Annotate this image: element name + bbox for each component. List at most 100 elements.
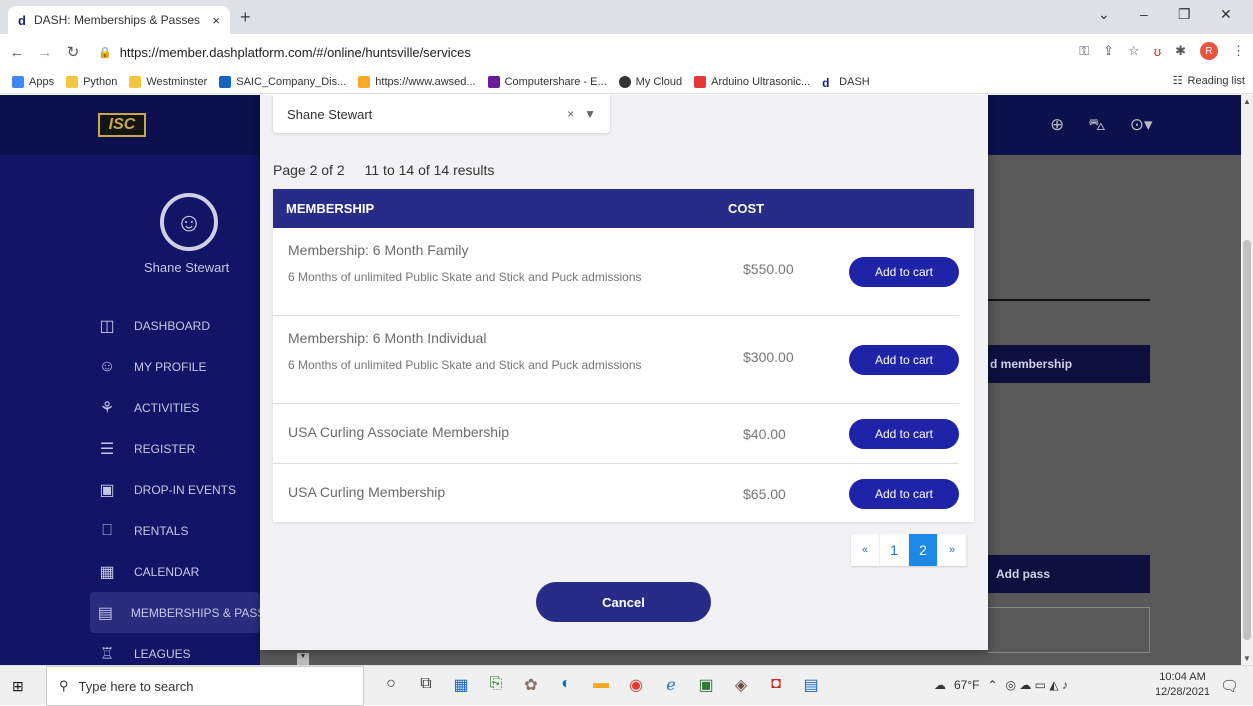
- puzzle-icon[interactable]: ✱: [1175, 43, 1186, 59]
- pagination-next[interactable]: »: [938, 534, 967, 566]
- sidebar-item-activities[interactable]: ⚘ ACTIVITIES: [90, 387, 260, 428]
- pagination-page-1[interactable]: 1: [880, 534, 909, 566]
- sidebar-item-dashboard[interactable]: ◫ DASHBOARD: [90, 305, 260, 346]
- globe-icon[interactable]: ⊕: [1050, 115, 1064, 137]
- sidebar-item-calendar[interactable]: ▦ CALENDAR: [90, 551, 260, 592]
- sidebar-item-register[interactable]: ☰ REGISTER: [90, 428, 260, 469]
- sidebar-item-label: RENTALS: [134, 523, 189, 538]
- search-icon: ⚲: [59, 678, 69, 693]
- sidebar-item-my-profile[interactable]: ☺ MY PROFILE: [90, 346, 260, 387]
- add-to-cart-button[interactable]: Add to cart: [849, 257, 959, 287]
- word-icon[interactable]: ▤: [802, 675, 820, 695]
- search-placeholder: Type here to search: [78, 678, 194, 694]
- globe-icon: [618, 75, 631, 88]
- dashboard-icon: ◫: [99, 317, 115, 335]
- profile-avatar[interactable]: R: [1200, 42, 1218, 60]
- chevron-up-icon[interactable]: ⌃: [987, 678, 997, 692]
- table-row: Membership: 6 Month Individual 6 Months …: [273, 316, 959, 404]
- app-icon[interactable]: ◈: [732, 675, 750, 695]
- membership-cost: $65.00: [743, 486, 786, 502]
- page-scrollbar[interactable]: ▲ ▼: [1241, 95, 1253, 665]
- reading-list-label: Reading list: [1187, 74, 1245, 87]
- tab-search-icon[interactable]: ⌄: [1098, 6, 1110, 23]
- star-icon[interactable]: ☆: [1128, 43, 1140, 59]
- sidebar-item-drop-in-events[interactable]: ▣ DROP-IN EVENTS: [90, 469, 260, 510]
- tab-close-icon[interactable]: ×: [212, 13, 220, 28]
- dash-favicon-icon: d: [18, 12, 26, 28]
- bookmark-dash[interactable]: d DASH: [822, 76, 870, 90]
- bookmark-mycloud[interactable]: My Cloud: [618, 75, 682, 88]
- network-app-icon[interactable]: ⎘: [487, 675, 505, 695]
- pagination-page-2[interactable]: 2: [909, 534, 938, 566]
- close-window-button[interactable]: ✕: [1220, 6, 1232, 23]
- bookmark-arduino[interactable]: Arduino Ultrasonic...: [694, 75, 811, 88]
- system-tray: ☁ 67°F ⌃ ◎ ☁ ▭ ◭ ♪: [934, 678, 1068, 692]
- weather-icon[interactable]: ☁: [934, 678, 946, 692]
- edge-icon[interactable]: ◐: [557, 675, 575, 695]
- sidebar-item-leagues[interactable]: ♖ LEAGUES: [90, 633, 260, 665]
- profile-icon: ☺: [98, 357, 116, 375]
- menu-dots-icon[interactable]: ⋮: [1232, 43, 1245, 59]
- add-to-cart-button[interactable]: Add to cart: [849, 345, 959, 375]
- cancel-button[interactable]: Cancel: [536, 582, 711, 622]
- isc-logo[interactable]: ISC: [98, 113, 146, 137]
- new-tab-button[interactable]: +: [240, 7, 251, 28]
- bookmark-westminster[interactable]: Westminster: [129, 75, 208, 88]
- pagination-prev[interactable]: «: [851, 534, 880, 566]
- reading-list-icon: ☷: [1172, 75, 1183, 87]
- browser-tab[interactable]: d DASH: Memberships & Passes ×: [8, 6, 230, 34]
- weather-temp[interactable]: 67°F: [954, 678, 979, 692]
- task-view-icon[interactable]: ⧉: [417, 675, 435, 695]
- trophy-icon: ♖: [99, 645, 115, 663]
- maximize-button[interactable]: ❐: [1178, 6, 1191, 23]
- bookmark-computershare[interactable]: Computershare - E...: [487, 75, 607, 88]
- membership-name: USA Curling Associate Membership: [288, 424, 509, 440]
- back-icon[interactable]: ←: [6, 44, 28, 61]
- forward-icon[interactable]: →: [34, 44, 56, 61]
- sidebar-scroll-down-icon[interactable]: ▼: [297, 653, 309, 665]
- sidebar-item-memberships[interactable]: ▤ MEMBERSHIPS & PASSES: [90, 592, 260, 633]
- bookmark-saic[interactable]: SAIC_Company_Dis...: [219, 75, 346, 88]
- scroll-up-icon[interactable]: ▲: [1243, 97, 1251, 106]
- cart-icon[interactable]: ⛍: [1088, 115, 1106, 137]
- account-icon[interactable]: ⊙▾: [1130, 115, 1153, 137]
- taskbar-search[interactable]: ⚲ Type here to search: [46, 666, 364, 706]
- bookmark-python[interactable]: Python: [66, 75, 117, 88]
- clock[interactable]: 10:04 AM 12/28/2021: [1155, 670, 1210, 700]
- sidebar-item-label: CALENDAR: [134, 564, 200, 579]
- bookmark-awsed[interactable]: https://www.awsed...: [358, 75, 476, 88]
- paint-icon[interactable]: ✿: [522, 675, 540, 695]
- add-membership-button[interactable]: d membership: [988, 345, 1150, 383]
- scroll-down-icon[interactable]: ▼: [1243, 654, 1251, 663]
- add-to-cart-button[interactable]: Add to cart: [849, 479, 959, 509]
- chrome-icon[interactable]: ◉: [627, 675, 645, 695]
- excel-icon[interactable]: ▣: [697, 675, 715, 695]
- clear-icon[interactable]: ×: [567, 107, 574, 121]
- extension-icon[interactable]: ʊ: [1154, 44, 1161, 59]
- url-field[interactable]: 🔒 https://member.dashplatform.com/#/onli…: [98, 45, 471, 60]
- share-icon[interactable]: ⇪: [1103, 43, 1114, 59]
- windows-start-icon[interactable]: ⊞: [12, 678, 24, 695]
- reload-icon[interactable]: ↻: [62, 43, 84, 61]
- calculator-icon[interactable]: ▦: [452, 675, 470, 695]
- activities-icon: ⚘: [99, 399, 115, 417]
- sidebar-item-rentals[interactable]: ⎕ RENTALS: [90, 510, 260, 551]
- scrollbar-thumb[interactable]: [1243, 240, 1251, 640]
- file-explorer-icon[interactable]: ▬: [592, 675, 610, 695]
- internet-explorer-icon[interactable]: ℯ: [662, 675, 680, 695]
- bookmark-apps[interactable]: Apps: [12, 75, 54, 88]
- key-icon[interactable]: ⚿: [1079, 43, 1089, 59]
- add-to-cart-button[interactable]: Add to cart: [849, 419, 959, 449]
- membership-modal: Shane Stewart × ▼ Page 2 of 2 11 to 14 of…: [260, 95, 988, 650]
- reading-list-button[interactable]: ☷ Reading list: [1172, 74, 1245, 88]
- notifications-icon[interactable]: 🗨: [1220, 677, 1239, 695]
- bookmark-label: Westminster: [146, 75, 208, 88]
- minimize-button[interactable]: –: [1140, 6, 1148, 22]
- mcafee-icon[interactable]: ◘: [767, 675, 785, 695]
- tray-icons[interactable]: ◎ ☁ ▭ ◭ ♪: [1006, 678, 1068, 692]
- add-pass-button[interactable]: Add pass: [988, 555, 1150, 593]
- chevron-down-icon[interactable]: ▼: [584, 107, 596, 121]
- bookmark-label: Arduino Ultrasonic...: [711, 75, 811, 88]
- member-select[interactable]: Shane Stewart × ▼: [273, 95, 610, 133]
- cortana-icon[interactable]: ○: [382, 675, 400, 695]
